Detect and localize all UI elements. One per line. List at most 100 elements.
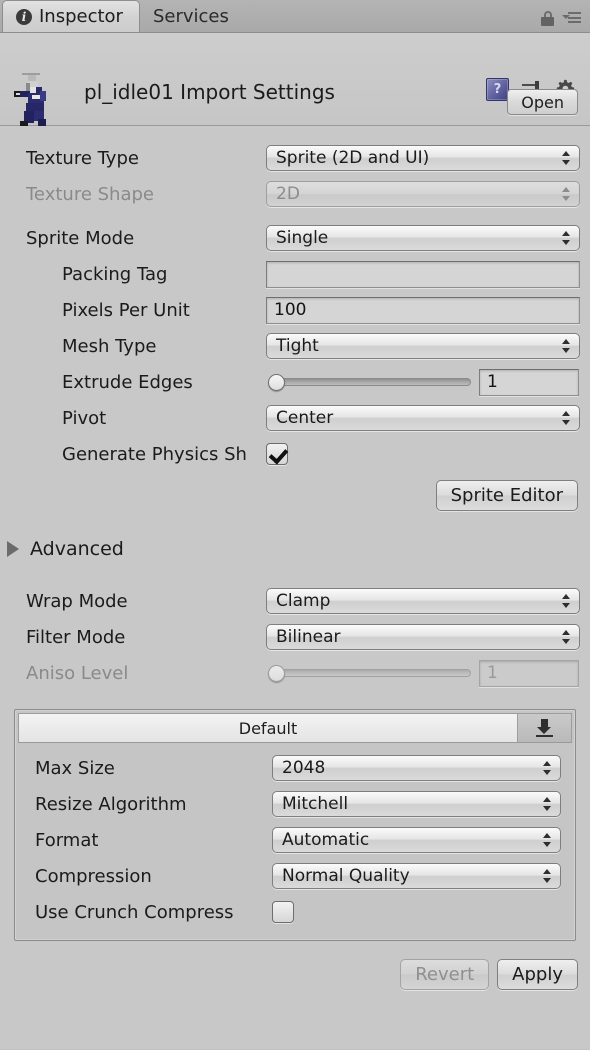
row-extrude-edges: Extrude Edges 1	[0, 364, 590, 400]
row-mesh-type: Mesh Type Tight	[0, 328, 590, 364]
max-size-dropdown[interactable]: 2048	[272, 755, 561, 781]
row-packing-tag: Packing Tag	[0, 256, 590, 292]
open-button[interactable]: Open	[507, 89, 578, 115]
pivot-value: Center	[276, 408, 334, 428]
platform-tab-default[interactable]: Default	[18, 713, 518, 742]
row-use-crunch-compression: Use Crunch Compress	[15, 894, 575, 930]
filter-mode-label: Filter Mode	[26, 626, 126, 648]
pixels-per-unit-label: Pixels Per Unit	[62, 299, 190, 321]
compression-value: Normal Quality	[282, 866, 410, 886]
packing-tag-label: Packing Tag	[62, 263, 168, 285]
tab-services-label: Services	[152, 5, 229, 27]
mesh-type-value: Tight	[276, 336, 319, 356]
revert-button[interactable]: Revert	[400, 959, 490, 990]
sprite-editor-button-row: Sprite Editor	[0, 480, 590, 511]
filter-mode-dropdown[interactable]: Bilinear	[266, 624, 580, 650]
object-header: pl_idle01 Import Settings ? Open	[0, 33, 590, 133]
chevron-updown-icon	[562, 593, 571, 609]
sprite-editor-button[interactable]: Sprite Editor	[435, 480, 578, 511]
page-title: pl_idle01 Import Settings	[84, 80, 335, 104]
mesh-type-dropdown[interactable]: Tight	[266, 333, 580, 359]
texture-shape-value: 2D	[276, 184, 300, 204]
apply-button[interactable]: Apply	[497, 959, 578, 990]
texture-type-dropdown[interactable]: Sprite (2D and UI)	[266, 145, 580, 171]
chevron-updown-icon	[562, 338, 571, 354]
row-wrap-mode: Wrap Mode Clamp	[0, 583, 590, 619]
advanced-foldout[interactable]: Advanced	[0, 529, 590, 569]
platform-settings-box: Default Max Size 2048 Resize Algorithm M…	[14, 709, 576, 941]
help-book-icon[interactable]: ?	[486, 78, 509, 101]
texture-shape-dropdown: 2D	[266, 181, 580, 207]
aniso-level-slider	[266, 660, 471, 686]
generate-physics-shape-label: Generate Physics Sh	[62, 443, 247, 465]
tab-inspector-label: Inspector	[39, 6, 123, 27]
download-icon	[536, 719, 553, 737]
pivot-dropdown[interactable]: Center	[266, 405, 580, 431]
sprite-mode-dropdown[interactable]: Single	[266, 225, 580, 251]
chevron-updown-icon	[562, 186, 571, 202]
generate-physics-shape-checkbox[interactable]	[266, 443, 288, 465]
resize-algorithm-label: Resize Algorithm	[35, 793, 187, 815]
chevron-updown-icon	[543, 796, 552, 812]
wrap-mode-dropdown[interactable]: Clamp	[266, 588, 580, 614]
tab-services[interactable]: Services	[140, 0, 245, 32]
use-crunch-compression-checkbox[interactable]	[272, 901, 294, 923]
max-size-value: 2048	[282, 758, 326, 778]
inspector-body: Texture Type Sprite (2D and UI) Texture …	[0, 126, 590, 1049]
aniso-level-label: Aniso Level	[26, 662, 129, 684]
use-crunch-compression-label: Use Crunch Compress	[35, 901, 234, 923]
hamburger-menu-icon[interactable]	[562, 12, 581, 25]
slider-thumb[interactable]	[268, 373, 285, 391]
format-value: Automatic	[282, 830, 370, 850]
footer-button-row: Revert Apply	[0, 959, 590, 990]
slider-thumb	[268, 664, 285, 682]
format-label: Format	[35, 829, 99, 851]
chevron-right-icon	[7, 541, 19, 557]
lock-icon[interactable]	[541, 11, 555, 26]
chevron-updown-icon	[543, 868, 552, 884]
slider-track	[269, 669, 471, 677]
format-dropdown[interactable]: Automatic	[272, 827, 561, 853]
row-generate-physics-shape: Generate Physics Sh	[0, 436, 590, 472]
wrap-mode-value: Clamp	[276, 591, 331, 611]
chevron-updown-icon	[562, 150, 571, 166]
row-format: Format Automatic	[15, 822, 575, 858]
advanced-label: Advanced	[30, 538, 124, 560]
resize-algorithm-dropdown[interactable]: Mitchell	[272, 791, 561, 817]
compression-dropdown[interactable]: Normal Quality	[272, 863, 561, 889]
mesh-type-label: Mesh Type	[62, 335, 157, 357]
row-pivot: Pivot Center	[0, 400, 590, 436]
row-texture-shape: Texture Shape 2D	[0, 176, 590, 212]
sprite-mode-label: Sprite Mode	[26, 227, 135, 249]
row-aniso-level: Aniso Level 1	[0, 655, 590, 691]
max-size-label: Max Size	[35, 757, 115, 779]
chevron-updown-icon	[543, 760, 552, 776]
chevron-updown-icon	[562, 230, 571, 246]
resize-algorithm-value: Mitchell	[282, 794, 349, 814]
row-filter-mode: Filter Mode Bilinear	[0, 619, 590, 655]
packing-tag-input[interactable]	[266, 260, 580, 288]
extrude-edges-slider[interactable]	[266, 369, 471, 395]
pivot-label: Pivot	[62, 407, 107, 429]
row-sprite-mode: Sprite Mode Single	[0, 220, 590, 256]
slider-track	[269, 378, 471, 386]
row-resize-algorithm: Resize Algorithm Mitchell	[15, 786, 575, 822]
row-pixels-per-unit: Pixels Per Unit 100	[0, 292, 590, 328]
compression-label: Compression	[35, 865, 152, 887]
tab-inspector[interactable]: i Inspector	[2, 0, 140, 32]
sprite-mode-value: Single	[276, 228, 329, 248]
chevron-updown-icon	[562, 629, 571, 645]
window-tab-bar: i Inspector Services	[0, 0, 590, 33]
row-compression: Compression Normal Quality	[15, 858, 575, 894]
chevron-updown-icon	[562, 410, 571, 426]
chevron-updown-icon	[543, 832, 552, 848]
texture-shape-label: Texture Shape	[26, 183, 154, 205]
texture-type-label: Texture Type	[26, 147, 139, 169]
platform-download-button[interactable]	[518, 713, 572, 742]
platform-settings-body: Max Size 2048 Resize Algorithm Mitchell …	[15, 743, 575, 940]
pixels-per-unit-input[interactable]: 100	[266, 296, 580, 324]
extrude-edges-input[interactable]: 1	[479, 368, 579, 396]
info-icon: i	[16, 8, 32, 25]
wrap-mode-label: Wrap Mode	[26, 590, 128, 612]
aniso-level-input: 1	[479, 659, 579, 687]
